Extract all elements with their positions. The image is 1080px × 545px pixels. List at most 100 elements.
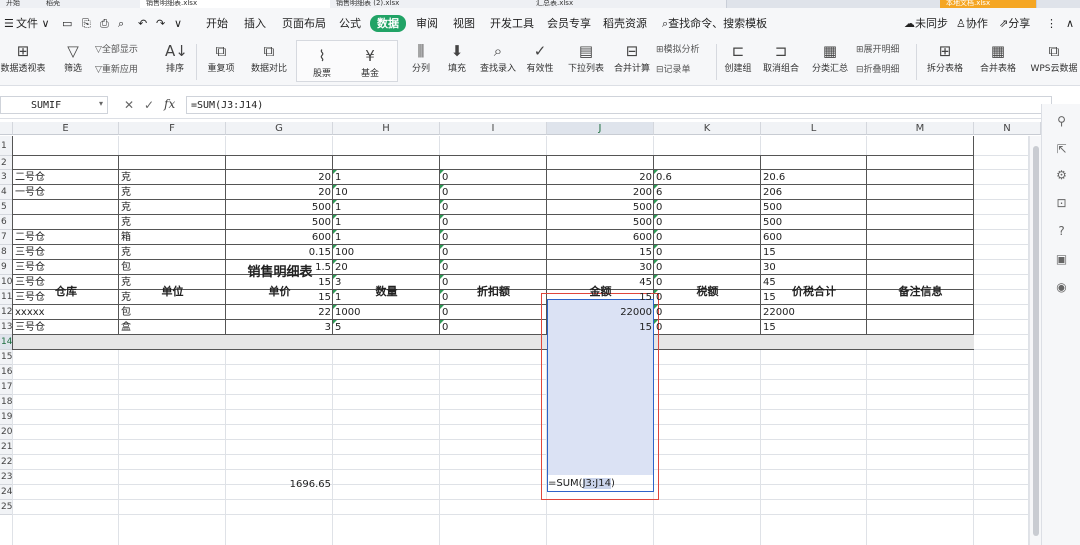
cell-e8[interactable]: 三号仓: [13, 245, 119, 260]
cell-i4[interactable]: 0: [440, 185, 547, 200]
settings-icon[interactable]: ⚙: [1042, 168, 1080, 182]
scrollbar-thumb[interactable]: [1033, 146, 1039, 536]
cell-e6[interactable]: [13, 215, 119, 230]
merge-table-button[interactable]: ▦ 合并表格: [974, 38, 1022, 85]
cell-j14-editor[interactable]: =SUM(J3:J14): [548, 477, 615, 491]
cell-h12[interactable]: 1000: [333, 305, 440, 320]
cell-h6[interactable]: 1: [333, 215, 440, 230]
cell-k13[interactable]: 0: [654, 320, 761, 335]
cell-g6[interactable]: 500: [226, 215, 333, 230]
cell-h9[interactable]: 20: [333, 260, 440, 275]
title-tab[interactable]: 稻壳: [40, 0, 147, 8]
tab-developer[interactable]: 开发工具: [490, 16, 534, 32]
cell-g3[interactable]: 20: [226, 170, 333, 185]
cell-g13[interactable]: 3: [226, 320, 333, 335]
column-header-h[interactable]: H: [333, 122, 440, 135]
select-all-corner[interactable]: [0, 122, 13, 135]
column-header-n[interactable]: N: [974, 122, 1041, 135]
cell-i7[interactable]: 0: [440, 230, 547, 245]
cell-f8[interactable]: 克: [119, 245, 226, 260]
cell-h10[interactable]: 3: [333, 275, 440, 290]
location-icon[interactable]: ◉: [1042, 280, 1080, 294]
redo-icon[interactable]: ↷: [156, 16, 165, 32]
collapse-icon[interactable]: ∧: [1066, 16, 1074, 32]
column-header-e[interactable]: E: [13, 122, 119, 135]
cell-i13[interactable]: 0: [440, 320, 547, 335]
chevron-down-icon[interactable]: ∨: [174, 16, 182, 32]
column-header-f[interactable]: F: [119, 122, 226, 135]
hamburger-icon[interactable]: ☰: [4, 16, 14, 32]
split-table-button[interactable]: ⊞ 拆分表格: [922, 38, 968, 85]
title-tab-active[interactable]: 销售明细表.xlsx: [140, 0, 337, 8]
cell-e13[interactable]: 三号仓: [13, 320, 119, 335]
fund-item[interactable]: ¥ 基金: [345, 43, 395, 80]
sort-button[interactable]: A↓ 排序: [160, 38, 190, 85]
cell-f13[interactable]: 盒: [119, 320, 226, 335]
cell-g14[interactable]: 1696.65: [226, 477, 333, 492]
cell-g7[interactable]: 600: [226, 230, 333, 245]
cell-h8[interactable]: 100: [333, 245, 440, 260]
expand-detail-button[interactable]: ⊞展开明细: [856, 43, 900, 57]
title-tab[interactable]: 本地文档.xlsx: [940, 0, 1037, 8]
cell-m8[interactable]: [867, 245, 974, 260]
subtotal-button[interactable]: ▦ 分类汇总: [810, 38, 850, 85]
cell-j4[interactable]: 200: [547, 185, 654, 200]
find-entry-button[interactable]: ⌕ 查找录入: [478, 38, 518, 85]
reapply-button[interactable]: ▽重新应用: [95, 63, 138, 77]
cell-i5[interactable]: 0: [440, 200, 547, 215]
cell-l4[interactable]: 206: [761, 185, 867, 200]
cell-h5[interactable]: 1: [333, 200, 440, 215]
cell-m11[interactable]: [867, 290, 974, 305]
tab-review[interactable]: 审阅: [416, 16, 438, 32]
cell-m13[interactable]: [867, 320, 974, 335]
cell-k9[interactable]: 0: [654, 260, 761, 275]
cell-l8[interactable]: 15: [761, 245, 867, 260]
cell-m12[interactable]: [867, 305, 974, 320]
vertical-scrollbar[interactable]: [1029, 136, 1041, 545]
cell-m7[interactable]: [867, 230, 974, 245]
duplicates-button[interactable]: ⧉ 重复项: [202, 38, 240, 85]
preview-icon[interactable]: ⌕: [118, 16, 124, 32]
record-form-button[interactable]: ⊟记录单: [656, 63, 691, 77]
filter-button[interactable]: ▽ 筛选: [58, 38, 88, 85]
function-icon[interactable]: fx: [164, 97, 175, 111]
cell-m10[interactable]: [867, 275, 974, 290]
cell-g9[interactable]: 1.5: [226, 260, 333, 275]
undo-icon[interactable]: ↶: [138, 16, 147, 32]
tab-insert[interactable]: 插入: [244, 16, 266, 32]
cell-e10[interactable]: 三号仓: [13, 275, 119, 290]
cell-i10[interactable]: 0: [440, 275, 547, 290]
cell-m9[interactable]: [867, 260, 974, 275]
name-box[interactable]: SUMIF: [0, 96, 108, 114]
cell-i11[interactable]: 0: [440, 290, 547, 305]
cell-k4[interactable]: 6: [654, 185, 761, 200]
cell-k10[interactable]: 0: [654, 275, 761, 290]
column-header-k[interactable]: K: [654, 122, 761, 135]
cell-e12[interactable]: xxxxx: [13, 305, 119, 320]
create-group-button[interactable]: ⊏ 创建组: [720, 38, 756, 85]
cell-l3[interactable]: 20.6: [761, 170, 867, 185]
cell-h7[interactable]: 1: [333, 230, 440, 245]
title-tab[interactable]: 汇总表.xlsx: [530, 0, 727, 8]
collapse-detail-button[interactable]: ⊟折叠明细: [856, 63, 900, 77]
cell-l10[interactable]: 45: [761, 275, 867, 290]
cell-l11[interactable]: 15: [761, 290, 867, 305]
command-search[interactable]: ⌕查找命令、搜索模板: [662, 16, 767, 32]
cell-i8[interactable]: 0: [440, 245, 547, 260]
cell-j9[interactable]: 30: [547, 260, 654, 275]
cell-h3[interactable]: 1: [333, 170, 440, 185]
image-icon[interactable]: ▣: [1042, 252, 1080, 266]
cell-f4[interactable]: 克: [119, 185, 226, 200]
cell-j12[interactable]: 22000: [547, 305, 654, 320]
column-header-i[interactable]: I: [440, 122, 547, 135]
cell-l9[interactable]: 30: [761, 260, 867, 275]
cell-e3[interactable]: 二号仓: [13, 170, 119, 185]
cell-i6[interactable]: 0: [440, 215, 547, 230]
cell-i12[interactable]: 0: [440, 305, 547, 320]
column-header-m[interactable]: M: [867, 122, 974, 135]
cell-e5[interactable]: [13, 200, 119, 215]
cell-k12[interactable]: 0: [654, 305, 761, 320]
cell-k7[interactable]: 0: [654, 230, 761, 245]
column-header-j[interactable]: J: [547, 122, 654, 135]
tab-data[interactable]: 数据: [370, 15, 406, 32]
